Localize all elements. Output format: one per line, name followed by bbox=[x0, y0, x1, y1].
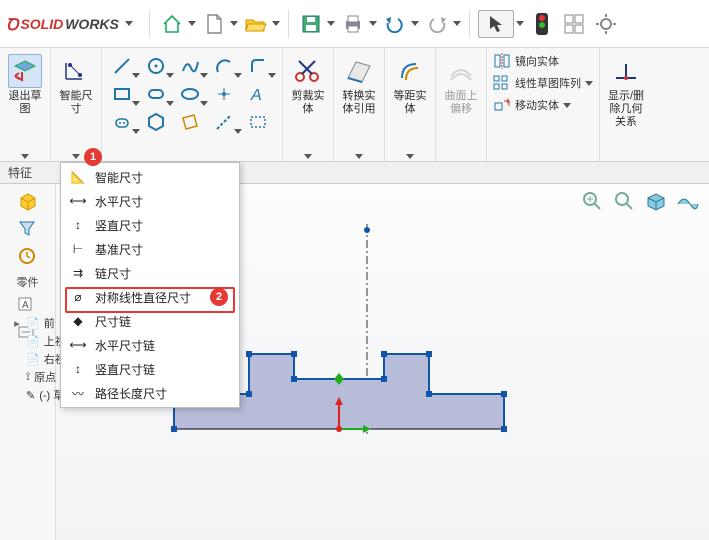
menu-item-baseline-dim[interactable]: ⊢基准尺寸 bbox=[61, 237, 239, 261]
tab-features[interactable]: 特征 bbox=[8, 164, 32, 181]
fillet-icon[interactable] bbox=[246, 54, 270, 78]
slot-icon[interactable] bbox=[144, 82, 168, 106]
part-root-label: 零件 bbox=[17, 274, 39, 290]
new-icon[interactable] bbox=[200, 10, 228, 38]
convert-group: 转换实 体引用 bbox=[334, 48, 385, 161]
exit-sketch-label: 退出草 图 bbox=[9, 90, 42, 116]
undo-icon[interactable] bbox=[381, 10, 409, 38]
dimension-dropdown-menu: 📐智能尺寸 ⟷水平尺寸 ↕竖直尺寸 ⊢基准尺寸 ⇉链尺寸 ⌀对称线性直径尺寸 ◆… bbox=[60, 162, 240, 408]
options-icon[interactable] bbox=[560, 10, 588, 38]
home-icon[interactable] bbox=[158, 10, 186, 38]
menu-item-ordinate[interactable]: ◆尺寸链 bbox=[61, 309, 239, 333]
offset-group: 等距实 体 bbox=[385, 48, 436, 161]
annotation-badge-2: 2 bbox=[210, 288, 228, 306]
display-relations-button[interactable]: 显示/删 除几何 关系 bbox=[606, 52, 646, 131]
save-icon[interactable] bbox=[297, 10, 325, 38]
display-style-icon[interactable] bbox=[675, 188, 701, 214]
smart-dimension-button[interactable]: 智能尺 寸 bbox=[57, 52, 95, 118]
plane-icon[interactable] bbox=[178, 110, 202, 134]
ellipse-icon[interactable] bbox=[178, 82, 202, 106]
surface-offset-group: 曲面上 偏移 bbox=[436, 48, 487, 161]
polygon2-icon[interactable] bbox=[110, 110, 134, 134]
point-icon[interactable] bbox=[212, 82, 236, 106]
move-label: 移动实体 bbox=[515, 97, 559, 113]
menu-item-smart-dim[interactable]: 📐智能尺寸 bbox=[61, 165, 239, 189]
menu-label-2: 竖直尺寸 bbox=[95, 217, 143, 234]
menu-label-7: 水平尺寸链 bbox=[95, 337, 155, 354]
trim-group: 剪裁实 体 bbox=[283, 48, 334, 161]
menu-label-5: 对称线性直径尺寸 bbox=[95, 289, 191, 306]
view-tools bbox=[579, 188, 701, 214]
view-orientation-icon[interactable] bbox=[643, 188, 669, 214]
menu-label-3: 基准尺寸 bbox=[95, 241, 143, 258]
menu-item-path-length[interactable]: 〰路径长度尺寸 bbox=[61, 381, 239, 405]
svg-text:A: A bbox=[250, 87, 262, 104]
smart-dim-group: 智能尺 寸 bbox=[51, 48, 102, 161]
zoom-fit-icon[interactable] bbox=[579, 188, 605, 214]
print-icon[interactable] bbox=[339, 10, 367, 38]
redo-icon[interactable] bbox=[423, 10, 451, 38]
select-icon[interactable] bbox=[478, 10, 514, 38]
text-icon[interactable]: A bbox=[246, 82, 270, 106]
display-group: 显示/删 除几何 关系 bbox=[600, 48, 652, 161]
menu-label-1: 水平尺寸 bbox=[95, 193, 143, 210]
app-logo: Ꝺ SOLIDWORKS bbox=[6, 13, 119, 35]
convert-label: 转换实 体引用 bbox=[343, 90, 376, 116]
title-bar: Ꝺ SOLIDWORKS bbox=[0, 0, 709, 48]
construction-rect-icon[interactable] bbox=[246, 110, 270, 134]
app-menu-dropdown[interactable] bbox=[125, 21, 133, 26]
menu-label-0: 智能尺寸 bbox=[95, 169, 143, 186]
exit-sketch-button[interactable]: 退出草 图 bbox=[6, 52, 44, 118]
polygon-icon[interactable] bbox=[144, 110, 168, 134]
move-button[interactable]: 移动实体 bbox=[493, 96, 593, 114]
pattern-label: 线性草图阵列 bbox=[515, 75, 581, 91]
offset-label: 等距实 体 bbox=[394, 90, 427, 116]
convert-button[interactable]: 转换实 体引用 bbox=[340, 52, 378, 118]
exit-sketch-group: 退出草 图 bbox=[0, 48, 51, 161]
circle-icon[interactable] bbox=[144, 54, 168, 78]
menu-item-vert-dim[interactable]: ↕竖直尺寸 bbox=[61, 213, 239, 237]
display-label: 显示/删 除几何 关系 bbox=[608, 90, 644, 129]
line-icon[interactable] bbox=[110, 54, 134, 78]
menu-label-8: 竖直尺寸链 bbox=[95, 361, 155, 378]
arc-icon[interactable] bbox=[212, 54, 236, 78]
surface-offset-button[interactable]: 曲面上 偏移 bbox=[442, 52, 480, 118]
ribbon: 退出草 图 智能尺 寸 A bbox=[0, 48, 709, 162]
menu-item-horiz-ordinate[interactable]: ⟷水平尺寸链 bbox=[61, 333, 239, 357]
mirror-label: 镜向实体 bbox=[515, 53, 559, 69]
history-icon[interactable] bbox=[17, 246, 39, 268]
brand-solid: SOLID bbox=[20, 16, 63, 32]
smart-dim-label: 智能尺 寸 bbox=[60, 90, 93, 116]
mirror-button[interactable]: 镜向实体 bbox=[493, 52, 593, 70]
centerline-icon[interactable] bbox=[212, 110, 236, 134]
trim-button[interactable]: 剪裁实 体 bbox=[289, 52, 327, 118]
transform-group: 镜向实体 线性草图阵列 移动实体 bbox=[487, 48, 600, 161]
menu-item-chain-dim[interactable]: ⇉链尺寸 bbox=[61, 261, 239, 285]
zoom-area-icon[interactable] bbox=[611, 188, 637, 214]
pattern-button[interactable]: 线性草图阵列 bbox=[493, 74, 593, 92]
menu-label-6: 尺寸链 bbox=[95, 313, 131, 330]
spline-icon[interactable] bbox=[178, 54, 202, 78]
traffic-light-icon[interactable] bbox=[528, 10, 556, 38]
menu-label-4: 链尺寸 bbox=[95, 265, 131, 282]
surface-label: 曲面上 偏移 bbox=[445, 90, 478, 116]
rectangle-icon[interactable] bbox=[110, 82, 134, 106]
filter-icon[interactable] bbox=[17, 218, 39, 240]
offset-button[interactable]: 等距实 体 bbox=[391, 52, 429, 118]
annotation-badge-1: 1 bbox=[84, 148, 102, 166]
brand-works: WORKS bbox=[65, 16, 119, 32]
part-icon[interactable] bbox=[17, 190, 39, 212]
menu-label-9: 路径长度尺寸 bbox=[95, 385, 167, 402]
settings-icon[interactable] bbox=[592, 10, 620, 38]
trim-label: 剪裁实 体 bbox=[292, 90, 325, 116]
svg-text:A: A bbox=[22, 300, 29, 311]
menu-item-vert-ordinate[interactable]: ↕竖直尺寸链 bbox=[61, 357, 239, 381]
sketch-tools-group: A bbox=[102, 48, 283, 161]
menu-item-horiz-dim[interactable]: ⟷水平尺寸 bbox=[61, 189, 239, 213]
open-icon[interactable] bbox=[242, 10, 270, 38]
